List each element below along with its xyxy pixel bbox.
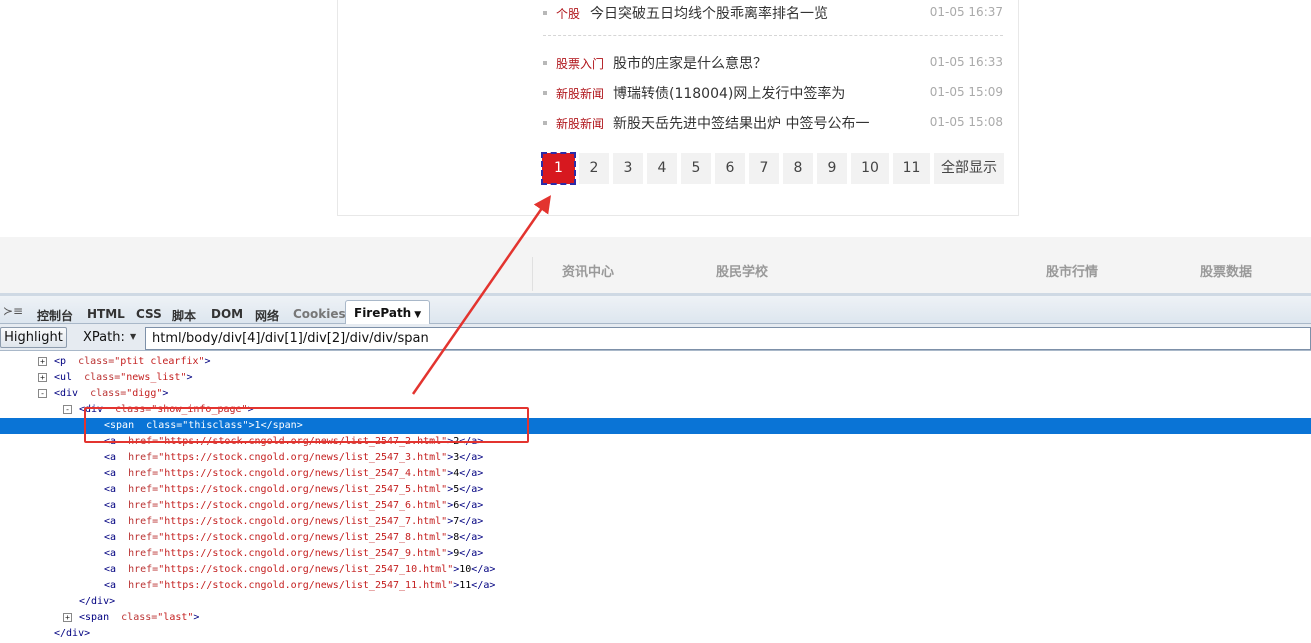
tab-html[interactable]: HTML xyxy=(87,307,125,321)
node-markup: <div class="digg"> xyxy=(54,388,169,399)
tree-node-row[interactable]: </div> xyxy=(0,594,1311,610)
tree-node-row[interactable]: <a href="https://stock.cngold.org/news/l… xyxy=(0,546,1311,562)
dropdown-arrow-icon[interactable]: ▼ xyxy=(130,332,136,341)
news-title[interactable]: 股市的庄家是什么意思？ xyxy=(613,53,767,73)
xpath-input[interactable] xyxy=(145,327,1311,350)
tab-console[interactable]: 控制台 xyxy=(37,307,73,324)
node-markup: <a href="https://stock.cngold.org/news/l… xyxy=(104,484,484,495)
expand-icon[interactable]: + xyxy=(38,373,47,382)
collapse-icon[interactable]: - xyxy=(63,405,72,414)
node-markup: <a href="https://stock.cngold.org/news/l… xyxy=(104,564,496,575)
divider xyxy=(543,35,1003,36)
bullet xyxy=(543,11,547,15)
news-time: 01-05 15:09 xyxy=(929,85,1003,99)
panel-menu-icon[interactable]: ≻≡ xyxy=(3,304,23,318)
tree-node-row[interactable]: <a href="https://stock.cngold.org/news/l… xyxy=(0,498,1311,514)
tree-node-row[interactable]: <a href="https://stock.cngold.org/news/l… xyxy=(0,562,1311,578)
bullet xyxy=(543,91,547,95)
footer-link[interactable]: 资讯中心 xyxy=(562,261,614,280)
node-markup: <a href="https://stock.cngold.org/news/l… xyxy=(104,580,496,591)
page-link[interactable]: 8 xyxy=(783,153,813,184)
tree-node-row[interactable]: <a href="https://stock.cngold.org/news/l… xyxy=(0,450,1311,466)
page-link[interactable]: 2 xyxy=(579,153,609,184)
tree-node-row[interactable]: + <p class="ptit clearfix"> xyxy=(0,354,1311,370)
page-link[interactable]: 9 xyxy=(817,153,847,184)
firepath-toolbar: Highlight XPath: ▼ xyxy=(0,324,1311,351)
page-current[interactable]: 1 xyxy=(541,152,576,185)
divider xyxy=(532,257,533,291)
tab-network[interactable]: 网络 xyxy=(255,307,279,324)
page-link[interactable]: 4 xyxy=(647,153,677,184)
page-link[interactable]: 6 xyxy=(715,153,745,184)
news-time: 01-05 16:33 xyxy=(929,55,1003,69)
tree-node-row[interactable]: <a href="https://stock.cngold.org/news/l… xyxy=(0,530,1311,546)
dropdown-arrow-icon: ▼ xyxy=(414,310,422,320)
footer-link[interactable]: 股民学校 xyxy=(716,261,768,280)
page-link[interactable]: 11 xyxy=(893,153,930,184)
tab-bar: ≻≡ 控制台 HTML CSS 脚本 DOM 网络 Cookies FirePa… xyxy=(0,293,1311,327)
page-link[interactable]: 10 xyxy=(851,153,889,184)
footer-link[interactable]: 股市行情 xyxy=(1046,261,1098,280)
news-item[interactable]: 新股新闻 新股天岳先进中签结果出炉 中签号公布一 01-05 15:08 xyxy=(543,112,1003,136)
xpath-selector[interactable]: XPath: xyxy=(83,330,125,345)
collapse-icon[interactable]: - xyxy=(38,389,47,398)
news-category[interactable]: 股票入门 xyxy=(556,55,604,72)
tab-firepath[interactable]: FirePath ▼ xyxy=(345,300,431,327)
tree-node-row[interactable]: <a href="https://stock.cngold.org/news/l… xyxy=(0,466,1311,482)
news-time: 01-05 15:08 xyxy=(929,115,1003,129)
news-category[interactable]: 新股新闻 xyxy=(556,85,604,102)
node-markup: <a href="https://stock.cngold.org/news/l… xyxy=(104,500,484,511)
web-page: 个股 今日突破五日均线个股乖离率排名一览 01-05 16:37 股票入门 股市… xyxy=(0,0,1311,300)
news-time: 01-05 16:37 xyxy=(929,5,1003,19)
expand-icon[interactable]: + xyxy=(63,613,72,622)
page-link[interactable]: 5 xyxy=(681,153,711,184)
bullet xyxy=(543,61,547,65)
node-markup: </div> xyxy=(79,596,116,607)
firebug-panel: ≻≡ 控制台 HTML CSS 脚本 DOM 网络 Cookies FirePa… xyxy=(0,293,1311,643)
node-markup: <a href="https://stock.cngold.org/news/l… xyxy=(104,516,484,527)
bullet xyxy=(543,121,547,125)
tab-script[interactable]: 脚本 xyxy=(172,307,196,324)
tree-node-row[interactable]: + <span class="last"> xyxy=(0,610,1311,626)
node-markup: </div> xyxy=(54,628,91,639)
node-markup: <a href="https://stock.cngold.org/news/l… xyxy=(104,468,484,479)
news-title[interactable]: 新股天岳先进中签结果出炉 中签号公布一 xyxy=(613,113,869,133)
tab-cookies[interactable]: Cookies xyxy=(293,307,346,321)
tree-node-row[interactable]: + <ul class="news_list"> xyxy=(0,370,1311,386)
tree-node-row[interactable]: <a href="https://stock.cngold.org/news/l… xyxy=(0,514,1311,530)
news-category[interactable]: 新股新闻 xyxy=(556,115,604,132)
node-markup: <span class="last"> xyxy=(79,612,200,623)
tree-node-row[interactable]: </div> xyxy=(0,626,1311,642)
highlight-annotation-box xyxy=(84,407,529,443)
node-markup: <ul class="news_list"> xyxy=(54,372,193,383)
expand-icon[interactable]: + xyxy=(38,357,47,366)
footer-bar xyxy=(0,237,1311,293)
news-category[interactable]: 个股 xyxy=(556,5,580,22)
tab-label: FirePath xyxy=(354,306,412,320)
tab-dom[interactable]: DOM xyxy=(211,307,243,321)
news-item[interactable]: 新股新闻 博瑞转债(118004)网上发行中签率为 01-05 15:09 xyxy=(543,82,1003,106)
news-item[interactable]: 个股 今日突破五日均线个股乖离率排名一览 01-05 16:37 xyxy=(543,2,1003,26)
node-markup: <a href="https://stock.cngold.org/news/l… xyxy=(104,532,484,543)
page-link[interactable]: 3 xyxy=(613,153,643,184)
footer-link[interactable]: 股票数据 xyxy=(1200,261,1252,280)
node-markup: <a href="https://stock.cngold.org/news/l… xyxy=(104,548,484,559)
highlight-button[interactable]: Highlight xyxy=(0,327,67,348)
tree-node-row[interactable]: <a href="https://stock.cngold.org/news/l… xyxy=(0,482,1311,498)
page-link[interactable]: 7 xyxy=(749,153,779,184)
tree-node-row[interactable]: - <div class="digg"> xyxy=(0,386,1311,402)
tab-css[interactable]: CSS xyxy=(136,307,162,321)
news-title[interactable]: 今日突破五日均线个股乖离率排名一览 xyxy=(590,3,828,23)
news-item[interactable]: 股票入门 股市的庄家是什么意思？ 01-05 16:33 xyxy=(543,52,1003,76)
node-markup: <a href="https://stock.cngold.org/news/l… xyxy=(104,452,484,463)
tree-node-row[interactable]: <a href="https://stock.cngold.org/news/l… xyxy=(0,578,1311,594)
news-title[interactable]: 博瑞转债(118004)网上发行中签率为 xyxy=(613,83,845,103)
node-markup: <p class="ptit clearfix"> xyxy=(54,356,211,367)
html-tree: + <p class="ptit clearfix"> + <ul class="ne… xyxy=(0,351,1311,643)
show-all-button[interactable]: 全部显示 xyxy=(934,153,1004,184)
